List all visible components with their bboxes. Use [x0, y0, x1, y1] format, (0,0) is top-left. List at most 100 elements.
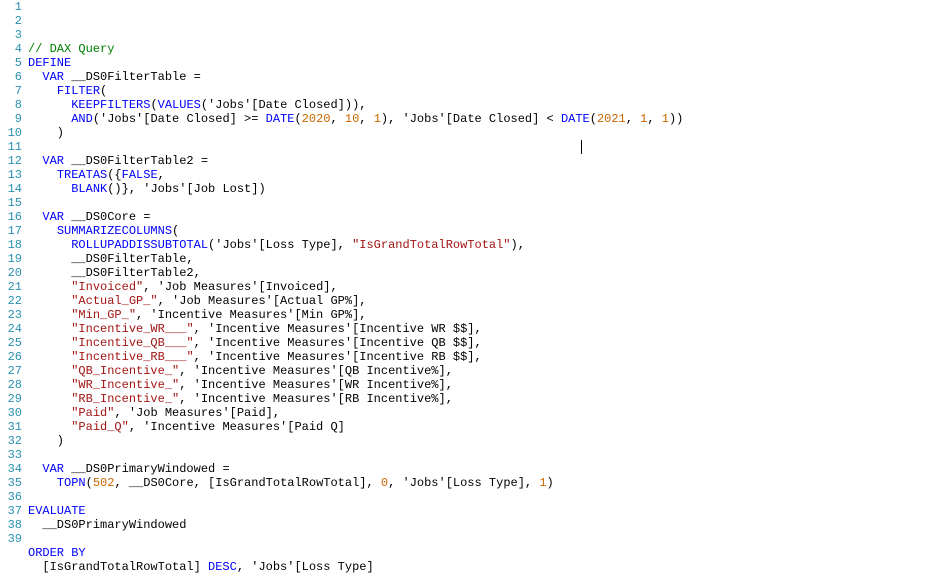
token [28, 378, 71, 392]
token: ( [100, 84, 107, 98]
code-line[interactable]: FILTER( [28, 84, 683, 98]
code-line[interactable]: __DS0FilterTable, [28, 252, 683, 266]
token: "Paid_Q" [71, 420, 129, 434]
token: ( [294, 112, 301, 126]
line-number: 1 [0, 0, 22, 14]
token [28, 308, 71, 322]
token: ROLLUPADDISSUBTOTAL [71, 238, 208, 252]
line-number: 15 [0, 196, 22, 210]
token: __DS0FilterTable2 = [64, 154, 208, 168]
token: , 'Job Measures'[Invoiced], [143, 280, 337, 294]
code-line[interactable]: ) [28, 434, 683, 448]
code-line[interactable] [28, 448, 683, 462]
token: __DS0PrimaryWindowed [28, 518, 186, 532]
code-line[interactable]: TOPN(502, __DS0Core, [IsGrandTotalRowTot… [28, 476, 683, 490]
token: 1 [662, 112, 669, 126]
token: "RB_Incentive_" [71, 392, 179, 406]
code-line[interactable]: VAR __DS0PrimaryWindowed = [28, 462, 683, 476]
code-line[interactable]: "QB_Incentive_", 'Incentive Measures'[QB… [28, 364, 683, 378]
line-number: 6 [0, 70, 22, 84]
line-number: 38 [0, 518, 22, 532]
token: "Min_GP_" [71, 308, 136, 322]
token: DATE [561, 112, 590, 126]
code-line[interactable]: BLANK()}, 'Jobs'[Job Lost]) [28, 182, 683, 196]
token: DEFINE [28, 56, 71, 70]
token: , [647, 112, 661, 126]
token: ) [28, 434, 64, 448]
code-line[interactable] [28, 140, 683, 154]
code-line[interactable]: "Invoiced", 'Job Measures'[Invoiced], [28, 280, 683, 294]
line-number: 35 [0, 476, 22, 490]
line-number: 20 [0, 266, 22, 280]
line-number: 28 [0, 378, 22, 392]
code-line[interactable]: SUMMARIZECOLUMNS( [28, 224, 683, 238]
token: 502 [93, 476, 115, 490]
code-line[interactable] [28, 532, 683, 546]
token [28, 210, 42, 224]
code-line[interactable]: "WR_Incentive_", 'Incentive Measures'[WR… [28, 378, 683, 392]
code-line[interactable]: VAR __DS0FilterTable = [28, 70, 683, 84]
token: "Invoiced" [71, 280, 143, 294]
token: ('Jobs'[Date Closed])), [201, 98, 367, 112]
code-line[interactable] [28, 490, 683, 504]
token [28, 98, 71, 112]
token: BLANK [71, 182, 107, 196]
token: 1 [374, 112, 381, 126]
code-line[interactable]: "Actual_GP_", 'Job Measures'[Actual GP%]… [28, 294, 683, 308]
code-line[interactable]: __DS0FilterTable2, [28, 266, 683, 280]
code-line[interactable]: ROLLUPADDISSUBTOTAL('Jobs'[Loss Type], "… [28, 238, 683, 252]
code-line[interactable] [28, 574, 683, 588]
code-line[interactable] [28, 196, 683, 210]
code-line[interactable]: DEFINE [28, 56, 683, 70]
code-line[interactable]: "Paid_Q", 'Incentive Measures'[Paid Q] [28, 420, 683, 434]
code-line[interactable]: EVALUATE [28, 504, 683, 518]
token: 0 [381, 476, 388, 490]
token: ( [172, 224, 179, 238]
code-area[interactable]: // DAX QueryDEFINE VAR __DS0FilterTable … [26, 0, 683, 588]
token: , 'Incentive Measures'[Incentive QB $$], [194, 336, 482, 350]
line-number: 16 [0, 210, 22, 224]
line-number: 22 [0, 294, 22, 308]
code-line[interactable]: KEEPFILTERS(VALUES('Jobs'[Date Closed]))… [28, 98, 683, 112]
code-line[interactable]: TREATAS({FALSE, [28, 168, 683, 182]
token [28, 182, 71, 196]
code-line[interactable]: __DS0PrimaryWindowed [28, 518, 683, 532]
code-line[interactable]: "Min_GP_", 'Incentive Measures'[Min GP%]… [28, 308, 683, 322]
code-line[interactable]: // DAX Query [28, 42, 683, 56]
line-number: 39 [0, 532, 22, 546]
line-number: 19 [0, 252, 22, 266]
code-line[interactable]: "Incentive_RB___", 'Incentive Measures'[… [28, 350, 683, 364]
token: ()}, 'Jobs'[Job Lost]) [107, 182, 265, 196]
token: ('Jobs'[Loss Type], [208, 238, 352, 252]
code-line[interactable]: AND('Jobs'[Date Closed] >= DATE(2020, 10… [28, 112, 683, 126]
token [28, 406, 71, 420]
code-line[interactable]: ) [28, 126, 683, 140]
line-number: 32 [0, 434, 22, 448]
token: __DS0PrimaryWindowed = [64, 462, 230, 476]
line-number: 14 [0, 182, 22, 196]
code-line[interactable]: [IsGrandTotalRowTotal] DESC, 'Jobs'[Loss… [28, 560, 683, 574]
token: , 'Incentive Measures'[QB Incentive%], [179, 364, 453, 378]
line-number: 18 [0, 238, 22, 252]
code-line[interactable]: VAR __DS0Core = [28, 210, 683, 224]
token: VAR [42, 210, 64, 224]
line-number: 24 [0, 322, 22, 336]
code-line[interactable]: "Incentive_WR___", 'Incentive Measures'[… [28, 322, 683, 336]
token: DATE [266, 112, 295, 126]
code-line[interactable]: "Incentive_QB___", 'Incentive Measures'[… [28, 336, 683, 350]
code-line[interactable]: "Paid", 'Job Measures'[Paid], [28, 406, 683, 420]
token: ( [590, 112, 597, 126]
token [28, 238, 71, 252]
code-editor[interactable]: 1234567891011121314151617181920212223242… [0, 0, 942, 588]
line-number: 5 [0, 56, 22, 70]
token: EVALUATE [28, 504, 86, 518]
token: ), 'Jobs'[Date Closed] < [381, 112, 561, 126]
code-line[interactable]: "RB_Incentive_", 'Incentive Measures'[RB… [28, 392, 683, 406]
token: "WR_Incentive_" [71, 378, 179, 392]
token: ORDER BY [28, 546, 86, 560]
token [28, 462, 42, 476]
code-line[interactable]: VAR __DS0FilterTable2 = [28, 154, 683, 168]
token: TREATAS [57, 168, 107, 182]
token: , 'Incentive Measures'[WR Incentive%], [179, 378, 453, 392]
code-line[interactable]: ORDER BY [28, 546, 683, 560]
